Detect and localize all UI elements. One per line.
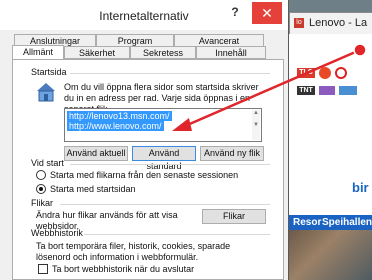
annotation-arrow-icon	[172, 43, 367, 131]
